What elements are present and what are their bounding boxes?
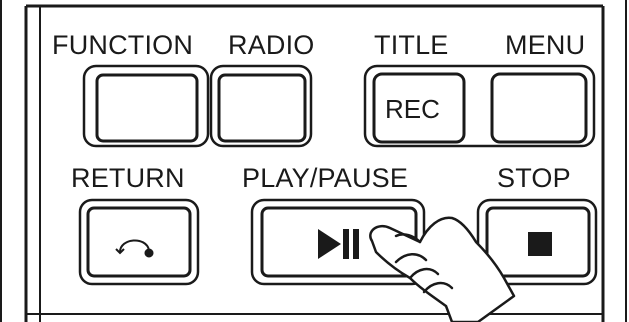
return-button[interactable] [78, 198, 200, 286]
remote-control-diagram: FUNCTION RADIO TITLE MENU REC RETURN PLA… [0, 0, 629, 322]
function-label: FUNCTION [52, 30, 194, 60]
stop-square-icon [528, 232, 552, 256]
menu-label: MENU [505, 30, 586, 60]
radio-button[interactable] [209, 64, 313, 148]
play-pause-label: PLAY/PAUSE [242, 163, 409, 193]
radio-label: RADIO [228, 30, 315, 60]
return-label: RETURN [71, 163, 185, 193]
title-label: TITLE [374, 30, 449, 60]
menu-button[interactable] [490, 72, 588, 144]
stop-label: STOP [497, 163, 571, 193]
function-button[interactable] [82, 64, 210, 148]
rec-label: REC [385, 94, 440, 124]
